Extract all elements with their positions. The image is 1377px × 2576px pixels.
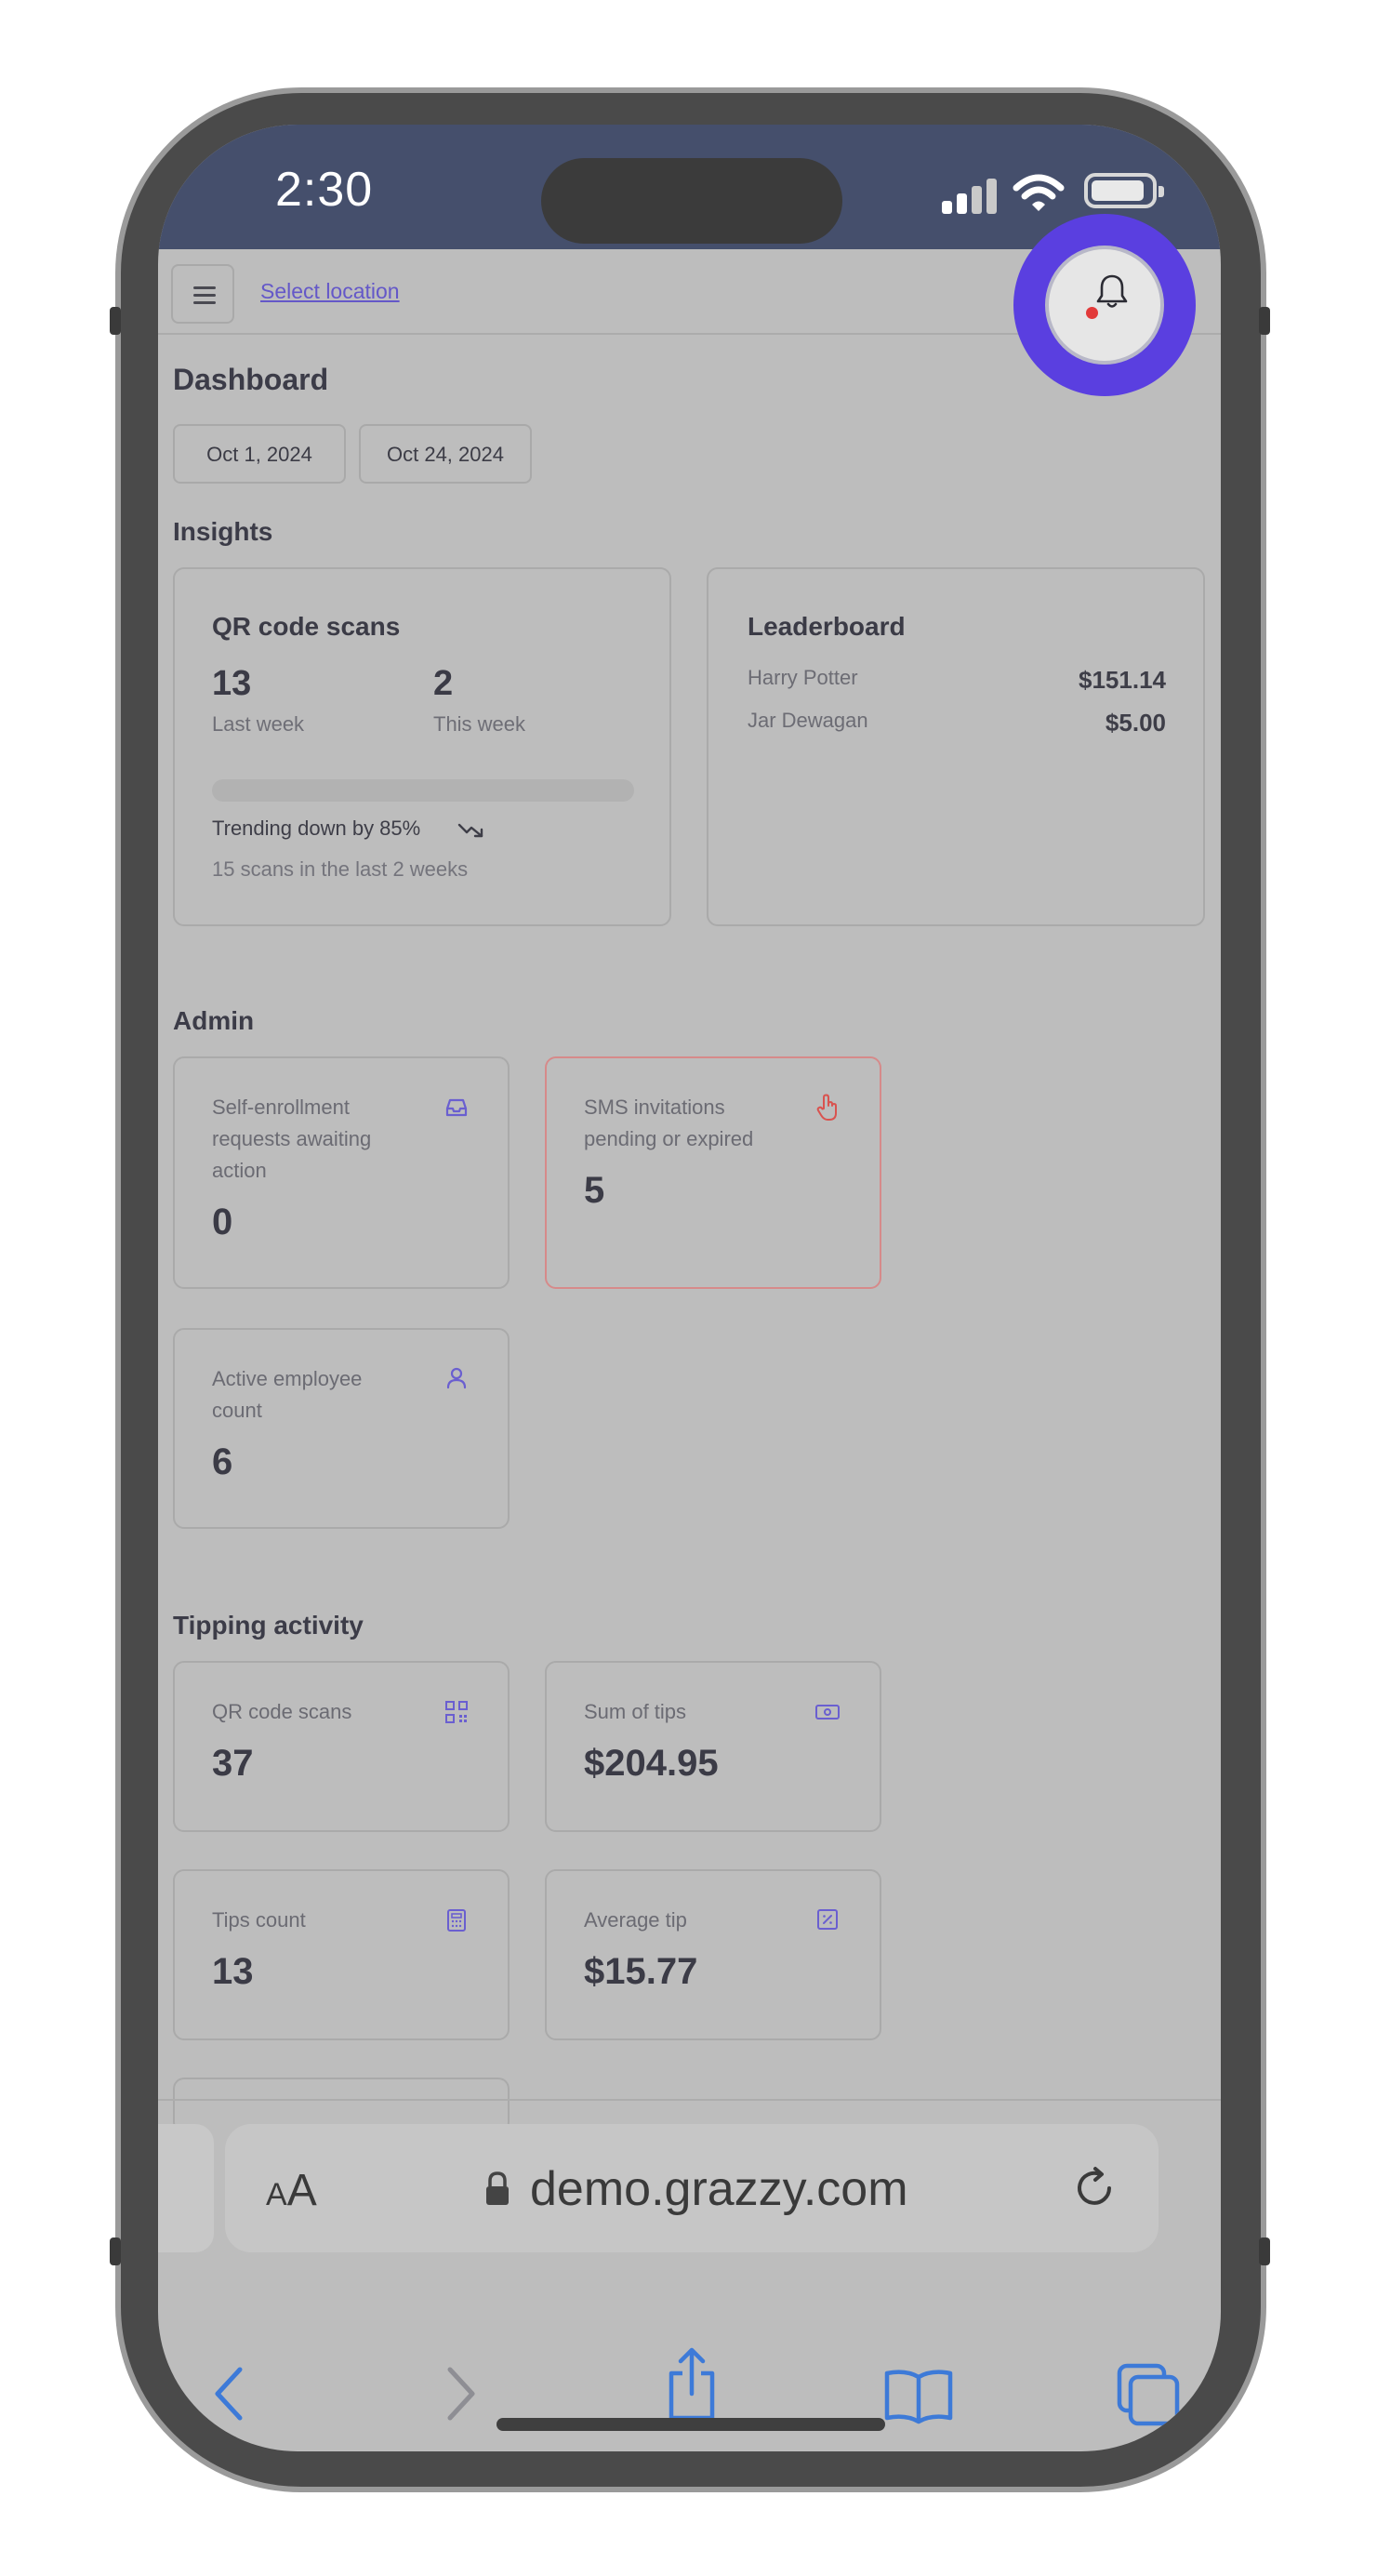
tip-qr-scans-card[interactable]: QR code scans 37 [173,1661,510,1832]
url-text[interactable]: demo.grazzy.com [530,2161,908,2217]
trend-progress-bar [212,779,634,802]
leaderboard-card: Leaderboard Harry Potter $151.14 Jar Dew… [707,567,1205,926]
start-date-field[interactable]: Oct 1, 2024 [173,424,346,484]
hand-pointer-icon [816,1094,837,1121]
bell-icon[interactable] [1095,273,1129,311]
this-week-label: This week [433,712,526,736]
banknote-icon [815,1705,840,1720]
cellular-signal-icon [942,177,998,214]
wifi-icon [1013,174,1065,211]
back-icon[interactable] [210,2364,247,2423]
stat-label: QR code scans [212,1700,352,1723]
leaderboard-title: Leaderboard [748,612,906,641]
qr-code-icon [445,1701,468,1723]
text-size-button[interactable]: AA [266,2165,317,2216]
leaderboard-name: Harry Potter [748,666,858,689]
sum-of-tips-card[interactable]: Sum of tips $204.95 [545,1661,881,1832]
stat-value: 0 [212,1202,233,1242]
stat-label: SMS invitations pending or expired [584,1095,754,1150]
side-button-right-lower [1259,2237,1270,2265]
stat-label: Average tip [584,1908,687,1932]
calculator-icon [447,1909,466,1932]
phone-screen: 2:30 Select location Dashboard Oct 1, 20… [158,125,1221,2451]
leaderboard-amount: $5.00 [1105,709,1166,737]
side-button-left-lower [110,2237,121,2265]
trend-text: Trending down by 85% [212,817,421,840]
tipping-heading: Tipping activity [173,1611,364,1640]
insights-heading: Insights [173,517,273,546]
stat-value: 6 [212,1441,233,1482]
qr-scans-title: QR code scans [212,612,401,641]
inbox-icon [445,1098,468,1117]
home-indicator[interactable] [497,2418,885,2431]
end-date-field[interactable]: Oct 24, 2024 [359,424,532,484]
stat-label: Self-enrollment requests awaiting action [212,1095,372,1182]
lock-icon [486,2171,509,2205]
dynamic-island [541,158,842,244]
qr-scans-card: QR code scans 13 Last week 2 This week T… [173,567,671,926]
hamburger-icon [193,286,216,305]
status-time: 2:30 [275,163,374,217]
stat-label: Sum of tips [584,1700,687,1723]
side-button-right [1259,307,1270,335]
battery-icon [1084,173,1164,208]
stat-label: Active employee count [212,1367,363,1422]
user-icon [446,1367,467,1389]
select-location-link[interactable]: Select location [260,279,400,304]
sms-invitations-card[interactable]: SMS invitations pending or expired 5 [545,1056,881,1289]
this-week-value: 2 [433,664,454,703]
notification-unread-dot [1086,307,1098,319]
last-week-label: Last week [212,712,305,736]
stat-value: 5 [584,1170,605,1211]
forward-icon[interactable] [443,2364,480,2423]
percent-square-icon [817,1909,838,1930]
tabs-icon[interactable] [1116,2362,1181,2427]
leaderboard-amount: $151.14 [1079,666,1166,694]
stat-value: $204.95 [584,1743,719,1784]
scans-summary: 15 scans in the last 2 weeks [212,857,469,881]
self-enrollment-card[interactable]: Self-enrollment requests awaiting action… [173,1056,510,1289]
side-button-left [110,307,121,335]
average-tip-card[interactable]: Average tip $15.77 [545,1869,881,2040]
menu-button[interactable] [171,264,234,324]
trending-down-icon [457,823,483,838]
admin-heading: Admin [173,1006,255,1035]
stat-value: $15.77 [584,1951,698,1992]
tips-count-card[interactable]: Tips count 13 [173,1869,510,2040]
stat-value: 37 [212,1743,254,1784]
share-icon[interactable] [664,2347,720,2422]
active-employee-card[interactable]: Active employee count 6 [173,1328,510,1529]
stat-value: 13 [212,1951,254,1992]
reload-icon[interactable] [1069,2163,1119,2213]
browser-divider [158,2099,1221,2101]
page-title: Dashboard [173,363,329,396]
last-week-value: 13 [212,664,252,703]
previous-tab-peek[interactable] [158,2124,214,2252]
stat-label: Tips count [212,1908,306,1932]
bookmarks-icon[interactable] [883,2368,954,2425]
leaderboard-name: Jar Dewagan [748,709,868,732]
